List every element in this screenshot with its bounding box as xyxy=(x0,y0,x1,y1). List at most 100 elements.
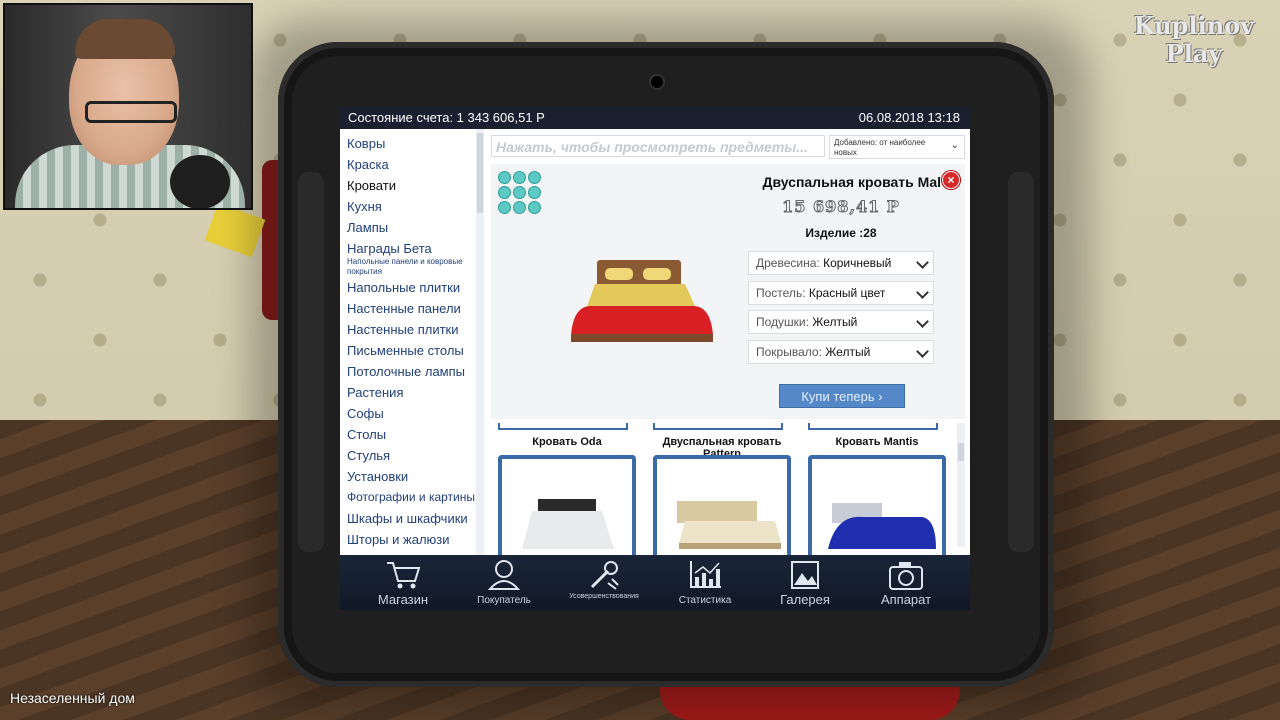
product-card[interactable] xyxy=(498,455,636,555)
nav-upgrades-label: Усовершенствования xyxy=(569,593,639,600)
color-swatch[interactable] xyxy=(528,171,541,184)
grid-scrollbar[interactable] xyxy=(957,423,965,547)
bed-sheet xyxy=(522,511,614,549)
sidebar-item-kitchen[interactable]: Кухня xyxy=(340,196,476,217)
stats-icon xyxy=(690,561,721,588)
datetime: 06.08.2018 13:18 xyxy=(858,110,960,125)
bed-headboard xyxy=(538,499,596,511)
tablet-grip-right xyxy=(1008,172,1034,552)
color-swatch[interactable] xyxy=(513,171,526,184)
color-swatch[interactable] xyxy=(513,186,526,199)
product-card[interactable] xyxy=(808,455,946,555)
product-grid: Кровать Oda Двуспальная кровать Pattern … xyxy=(491,423,965,555)
chevron-down-icon xyxy=(916,256,929,269)
color-swatch[interactable] xyxy=(528,186,541,199)
color-picker[interactable] xyxy=(498,171,542,215)
bed-sheet xyxy=(571,306,713,336)
nav-device[interactable]: Аппарат xyxy=(856,559,956,607)
sidebar-item-floor-tiles[interactable]: Напольные плитки xyxy=(340,277,476,298)
sidebar-item-tables[interactable]: Столы xyxy=(340,424,476,445)
sidebar-item-lamps[interactable]: Лампы xyxy=(340,217,476,238)
product-detail-panel: Двуспальная кровать Mal × 15 698,41 Р Из… xyxy=(491,164,965,419)
option-bedding[interactable]: Постель: Красный цвет xyxy=(748,281,934,305)
bed-sheet xyxy=(679,521,781,543)
sidebar-item-wall-tiles[interactable]: Настенные плитки xyxy=(340,319,476,340)
option-label: Постель: xyxy=(756,286,806,300)
sidebar-item-photos-paintings[interactable]: Фотографии и картины xyxy=(340,487,476,508)
tablet-grip-left xyxy=(298,172,324,552)
option-label: Древесина: xyxy=(756,256,820,270)
chevron-down-icon: ⌄ xyxy=(950,140,959,151)
channel-logo-line1: Kuplinov xyxy=(1133,11,1255,40)
nav-buyer[interactable]: Покупатель xyxy=(454,559,554,606)
buy-now-label: Купи теперь xyxy=(801,389,875,404)
color-swatch[interactable] xyxy=(513,201,526,214)
bed-headboard xyxy=(677,501,757,523)
nav-shop[interactable]: Магазин xyxy=(353,559,453,607)
nav-statistics[interactable]: Статистика xyxy=(655,559,755,606)
option-label: Подушки: xyxy=(756,315,809,329)
nav-buyer-label: Покупатель xyxy=(477,595,531,606)
sidebar-item-wall-panels[interactable]: Настенные панели xyxy=(340,298,476,319)
color-swatch[interactable] xyxy=(528,201,541,214)
account-balance: Состояние счета: 1 343 606,51 Р xyxy=(348,110,545,125)
close-button[interactable]: × xyxy=(942,171,960,189)
option-value: Красный цвет xyxy=(808,286,886,300)
webcam-glasses xyxy=(85,101,177,123)
product-card[interactable] xyxy=(653,455,791,555)
gallery-icon xyxy=(791,561,819,589)
product-card-image xyxy=(677,501,781,549)
option-bedspread[interactable]: Покрывало: Желтый xyxy=(748,340,934,364)
grid-scroll-thumb[interactable] xyxy=(958,443,964,461)
webcam-overlay xyxy=(3,3,253,210)
sidebar-scrollbar[interactable] xyxy=(476,129,484,555)
color-swatch[interactable] xyxy=(498,171,511,184)
nav-statistics-label: Статистика xyxy=(678,595,732,606)
color-swatch[interactable] xyxy=(498,186,511,199)
product-title: Двуспальная кровать Mal xyxy=(762,174,941,190)
option-value: Коричневый xyxy=(823,256,892,270)
grid-row-edge xyxy=(808,423,938,430)
sidebar-item-carpets[interactable]: Ковры xyxy=(340,133,476,154)
buy-now-button[interactable]: Купи теперь › xyxy=(779,384,905,408)
sidebar-item-paint[interactable]: Краска xyxy=(340,154,476,175)
cart-icon xyxy=(387,562,421,589)
product-card-title: Кровать Oda xyxy=(532,436,602,448)
sidebar-item-beta-rewards[interactable]: Награды Бета xyxy=(340,238,476,259)
option-value: Желтый xyxy=(812,315,858,329)
sort-dropdown[interactable]: Добавлено: от наиболее новых ⌄ xyxy=(829,135,965,159)
option-pillows[interactable]: Подушки: Желтый xyxy=(748,310,934,334)
chevron-down-icon xyxy=(916,345,929,358)
option-value: Желтый xyxy=(825,345,871,359)
bed-cover xyxy=(828,516,936,549)
sidebar-item-floor-panels[interactable]: Напольные панели и ковровые покрытия xyxy=(340,257,476,277)
nav-upgrades[interactable]: Усовершенствования xyxy=(554,559,654,601)
sidebar-item-curtains[interactable]: Шторы и жалюзи xyxy=(340,529,476,550)
sidebar-scroll-thumb[interactable] xyxy=(477,133,483,213)
nav-gallery-label: Галерея xyxy=(780,592,830,607)
product-item-number: Изделие :28 xyxy=(805,226,877,240)
bed-preview-image xyxy=(571,260,713,342)
bottom-nav: Магазин Покупатель Усовершенствования Ст… xyxy=(340,555,970,610)
sidebar-item-chairs[interactable]: Стулья xyxy=(340,445,476,466)
webcam-microphone xyxy=(170,155,230,208)
tablet-camera-icon xyxy=(649,74,665,90)
sidebar-item-ceiling-lamps[interactable]: Потолочные лампы xyxy=(340,361,476,382)
sidebar-item-plants[interactable]: Растения xyxy=(340,382,476,403)
grid-row-edge xyxy=(653,423,783,430)
product-card-title: Кровать Mantis xyxy=(835,436,919,448)
nav-shop-label: Магазин xyxy=(377,592,429,607)
option-wood[interactable]: Древесина: Коричневый xyxy=(748,251,934,275)
nav-gallery[interactable]: Галерея xyxy=(755,559,855,607)
color-swatch[interactable] xyxy=(498,201,511,214)
sidebar-item-installations[interactable]: Установки xyxy=(340,466,476,487)
buyer-icon xyxy=(487,560,521,590)
wrench-icon xyxy=(590,561,619,590)
chevron-down-icon xyxy=(916,286,929,299)
sidebar-item-cabinets[interactable]: Шкафы и шкафчики xyxy=(340,508,476,529)
search-input[interactable]: Нажать, чтобы просмотреть предметы... xyxy=(491,135,825,157)
sidebar-item-desks[interactable]: Письменные столы xyxy=(340,340,476,361)
sidebar-item-sofas[interactable]: Софы xyxy=(340,403,476,424)
category-sidebar: Ковры Краска Кровати Кухня Лампы Награды… xyxy=(340,129,476,555)
sidebar-item-beds[interactable]: Кровати xyxy=(340,175,476,196)
